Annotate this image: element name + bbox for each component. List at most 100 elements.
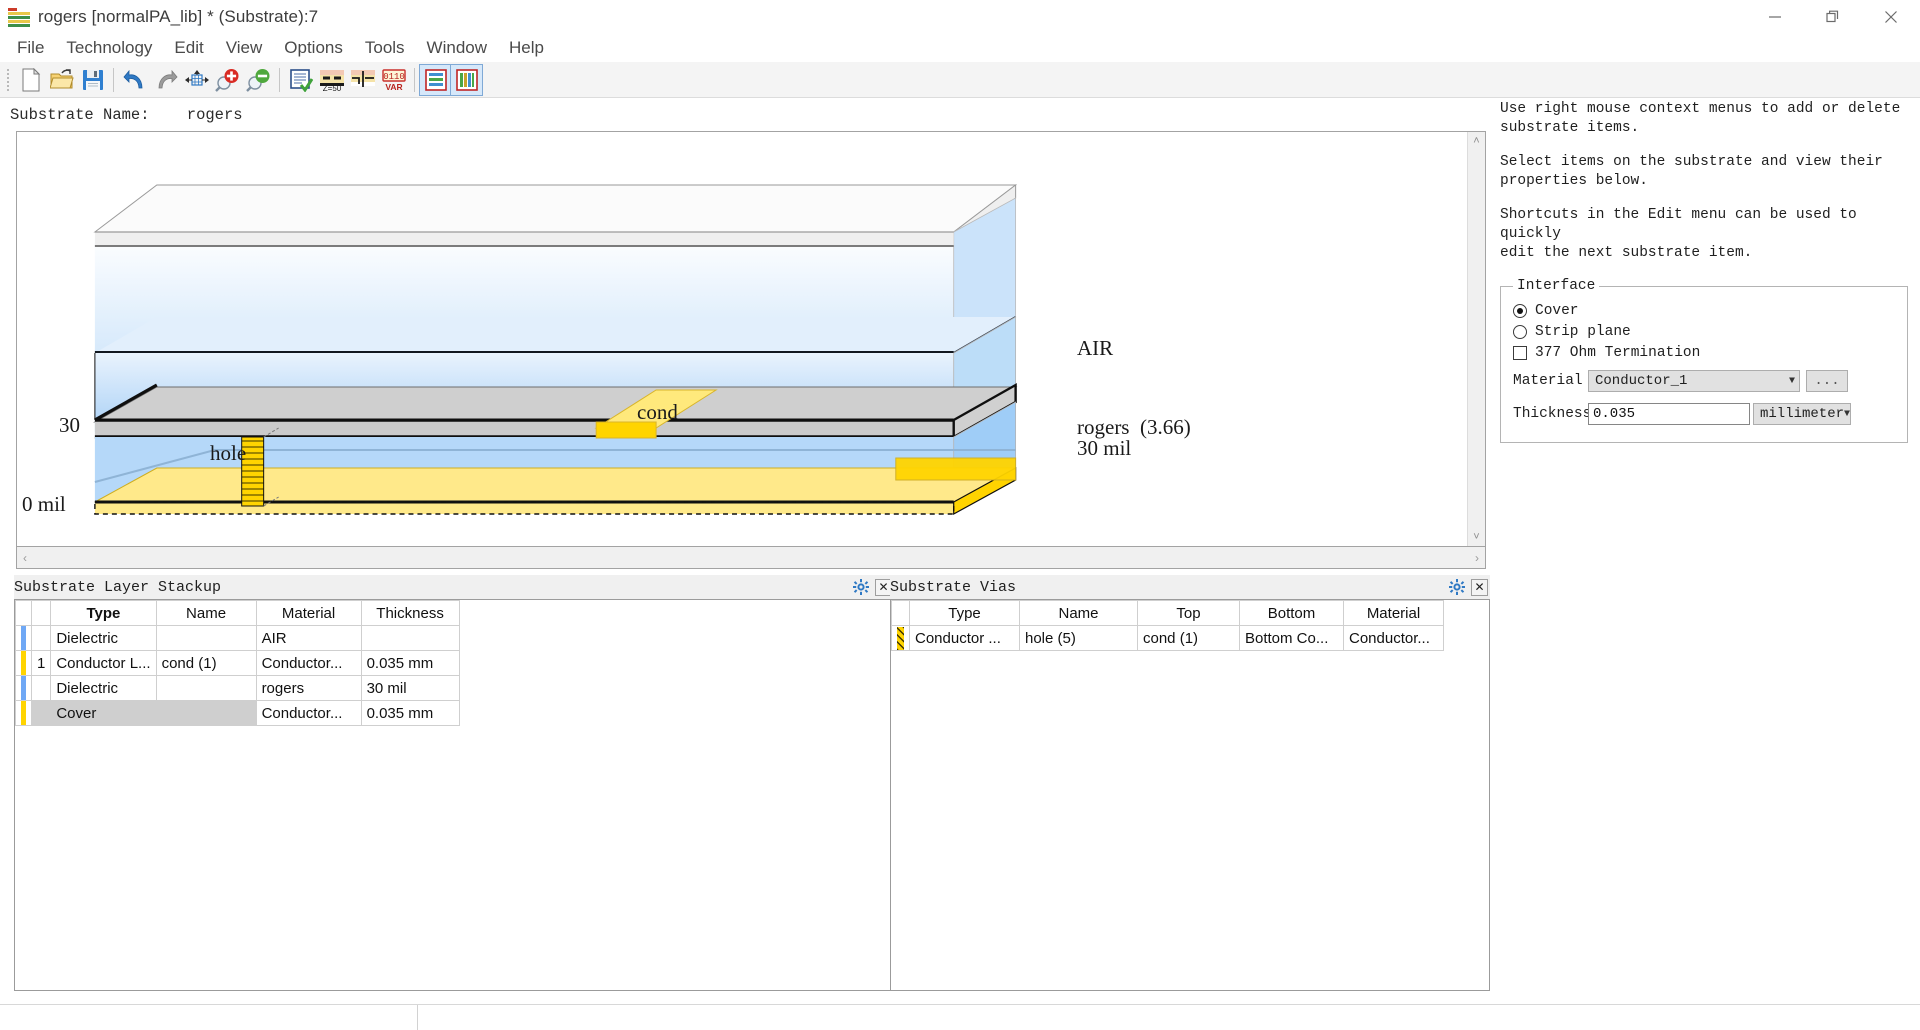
row-thickness[interactable] bbox=[360, 625, 460, 651]
row-index: 1 bbox=[30, 650, 52, 676]
menu-tools[interactable]: Tools bbox=[354, 36, 416, 60]
minimize-button[interactable] bbox=[1746, 0, 1804, 34]
table-row[interactable]: Conductor ... hole (5) cond (1) Bottom C… bbox=[891, 625, 1444, 651]
row-name[interactable] bbox=[155, 625, 257, 651]
scroll-right-arrow[interactable]: › bbox=[1475, 551, 1479, 565]
radio-strip-plane-row[interactable]: Strip plane bbox=[1513, 324, 1895, 340]
zoom-in-button[interactable] bbox=[212, 65, 243, 95]
menu-options[interactable]: Options bbox=[273, 36, 354, 60]
stackup-panel-header: Substrate Layer Stackup ✕ bbox=[14, 575, 894, 599]
stackup-col-thickness[interactable]: Thickness bbox=[360, 600, 460, 626]
chevron-down-icon: ▼ bbox=[1844, 408, 1851, 420]
stackup-col-name[interactable]: Name bbox=[155, 600, 257, 626]
diagram-label-thickness: 30 mil bbox=[1077, 436, 1132, 460]
vias-col-top[interactable]: Top bbox=[1137, 600, 1240, 626]
undo-button[interactable] bbox=[119, 65, 150, 95]
maximize-button[interactable] bbox=[1804, 0, 1862, 34]
close-button[interactable] bbox=[1862, 0, 1920, 34]
row-material[interactable]: rogers bbox=[255, 675, 362, 701]
radio-cover-row[interactable]: Cover bbox=[1513, 303, 1895, 319]
row-material[interactable]: Conductor... bbox=[1343, 625, 1444, 651]
table-row[interactable]: Dielectric AIR bbox=[15, 625, 460, 651]
row-material[interactable]: AIR bbox=[255, 625, 362, 651]
vias-col-name[interactable]: Name bbox=[1019, 600, 1138, 626]
material-label: Material bbox=[1513, 373, 1583, 389]
zoom-fit-grid-button[interactable] bbox=[181, 65, 212, 95]
redo-button[interactable] bbox=[150, 65, 181, 95]
substrate-canvas[interactable]: AIR cond hole rogers (3.66) 30 mil 30 0 … bbox=[17, 132, 1467, 546]
row-index bbox=[30, 700, 52, 726]
vias-settings-gear-icon[interactable] bbox=[1449, 579, 1465, 595]
row-type[interactable]: Dielectric bbox=[50, 675, 157, 701]
row-type[interactable]: Dielectric bbox=[50, 625, 157, 651]
vias-table-header-row: Type Name Top Bottom Material bbox=[891, 600, 1444, 626]
menu-help[interactable]: Help bbox=[498, 36, 555, 60]
row-type[interactable]: Cover bbox=[50, 700, 157, 726]
vias-col-material[interactable]: Material bbox=[1343, 600, 1444, 626]
new-file-button[interactable] bbox=[15, 65, 46, 95]
open-file-button[interactable] bbox=[46, 65, 77, 95]
interface-group: Interface Cover Strip plane 377 Ohm Term… bbox=[1500, 278, 1908, 443]
row-name[interactable]: cond (1) bbox=[155, 650, 257, 676]
stackup-settings-gear-icon[interactable] bbox=[853, 579, 869, 595]
table-row[interactable]: Cover Conductor... 0.035 mm bbox=[15, 700, 460, 726]
toolbar-grip[interactable] bbox=[4, 66, 12, 93]
help-paragraph-1: Use right mouse context menus to add or … bbox=[1500, 101, 1901, 136]
radio-strip-plane-icon[interactable] bbox=[1513, 325, 1527, 339]
row-top[interactable]: cond (1) bbox=[1137, 625, 1240, 651]
stackup-col-type[interactable]: Type bbox=[50, 600, 157, 626]
row-type[interactable]: Conductor L... bbox=[50, 650, 157, 676]
layer-map-button[interactable] bbox=[347, 65, 378, 95]
stackup-col-index bbox=[30, 600, 52, 626]
diagram-label-cond: cond bbox=[637, 400, 678, 424]
scroll-down-arrow[interactable]: ˅ bbox=[1473, 528, 1479, 546]
row-type[interactable]: Conductor ... bbox=[909, 625, 1020, 651]
row-thickness[interactable]: 0.035 mm bbox=[360, 650, 460, 676]
vias-col-bottom[interactable]: Bottom bbox=[1239, 600, 1344, 626]
row-bottom[interactable]: Bottom Co... bbox=[1239, 625, 1344, 651]
menu-window[interactable]: Window bbox=[416, 36, 498, 60]
vias-view-button[interactable] bbox=[450, 63, 483, 96]
scroll-up-arrow[interactable]: ˄ bbox=[1473, 132, 1479, 150]
canvas-vertical-scrollbar[interactable]: ˄ ˅ bbox=[1467, 132, 1485, 546]
variables-button[interactable]: 0110 VAR bbox=[378, 65, 409, 95]
row-name[interactable]: hole (5) bbox=[1019, 625, 1138, 651]
row-index bbox=[30, 675, 52, 701]
stackup-col-material[interactable]: Material bbox=[255, 600, 362, 626]
checkbox-377-ohm-row[interactable]: 377 Ohm Termination bbox=[1513, 345, 1895, 361]
substrate-name-value: rogers bbox=[186, 106, 243, 124]
row-thickness[interactable]: 30 mil bbox=[360, 675, 460, 701]
row-name[interactable] bbox=[155, 675, 257, 701]
row-color-swatch bbox=[15, 700, 32, 726]
thickness-label: Thickness bbox=[1513, 406, 1592, 422]
thickness-input[interactable]: 0.035 bbox=[1588, 403, 1750, 425]
row-name[interactable] bbox=[155, 700, 257, 726]
canvas-horizontal-scrollbar[interactable]: ‹ › bbox=[16, 547, 1486, 569]
vias-col-type[interactable]: Type bbox=[909, 600, 1020, 626]
menu-technology[interactable]: Technology bbox=[55, 36, 163, 60]
material-select[interactable]: Conductor_1 ▼ bbox=[1588, 370, 1800, 392]
row-thickness[interactable]: 0.035 mm bbox=[360, 700, 460, 726]
stackup-view-button[interactable] bbox=[419, 63, 452, 96]
checkbox-377-ohm-icon[interactable] bbox=[1513, 346, 1527, 360]
menu-edit[interactable]: Edit bbox=[163, 36, 214, 60]
material-browse-button[interactable]: ... bbox=[1806, 370, 1848, 392]
menu-file[interactable]: File bbox=[6, 36, 55, 60]
check-substrate-button[interactable] bbox=[285, 65, 316, 95]
row-material[interactable]: Conductor... bbox=[255, 650, 362, 676]
radio-cover-icon[interactable] bbox=[1513, 304, 1527, 318]
scroll-left-arrow[interactable]: ‹ bbox=[23, 551, 27, 565]
vias-table: Type Name Top Bottom Material Conductor … bbox=[891, 600, 1444, 651]
vias-col-swatch bbox=[891, 600, 910, 626]
save-button[interactable] bbox=[77, 65, 108, 95]
menu-view[interactable]: View bbox=[215, 36, 274, 60]
impedance-button[interactable]: Z=50 bbox=[316, 65, 347, 95]
toolbar-separator bbox=[113, 67, 114, 92]
zoom-out-button[interactable] bbox=[243, 65, 274, 95]
row-material[interactable]: Conductor... bbox=[255, 700, 362, 726]
table-row[interactable]: Dielectric rogers 30 mil bbox=[15, 675, 460, 701]
vias-close-button[interactable]: ✕ bbox=[1471, 578, 1488, 596]
interface-group-legend: Interface bbox=[1517, 278, 1596, 294]
thickness-unit-select[interactable]: millimeter ▼ bbox=[1753, 403, 1851, 425]
table-row[interactable]: 1 Conductor L... cond (1) Conductor... 0… bbox=[15, 650, 460, 676]
